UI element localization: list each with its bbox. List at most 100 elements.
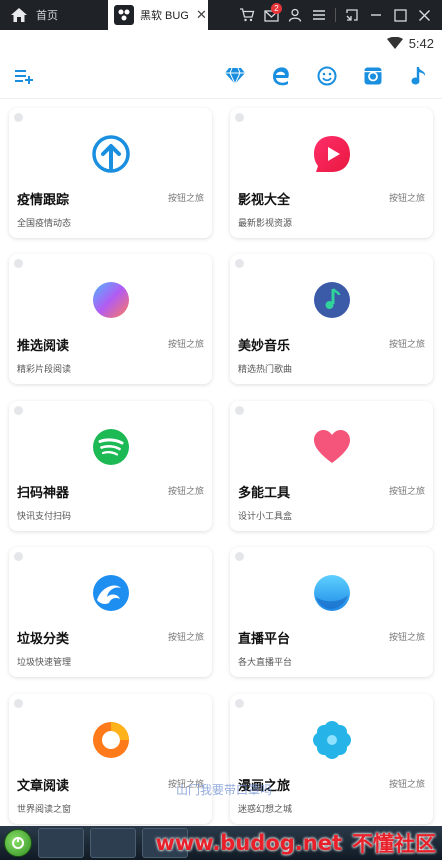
flower-icon	[312, 720, 352, 760]
start-button[interactable]	[4, 829, 32, 857]
taskbar-app-game[interactable]	[90, 828, 136, 858]
branding-url: www.budog.net	[155, 831, 342, 855]
cart-icon	[240, 8, 255, 22]
card-tag: 按钮之旅	[388, 779, 425, 789]
card-articles[interactable]: 文章阅读 按钮之旅 世界阅读之窗	[9, 694, 212, 824]
close-window-button[interactable]	[412, 0, 436, 30]
home-icon	[11, 8, 27, 22]
card-title: 垃圾分类	[17, 631, 70, 646]
title-bar-separator	[335, 8, 336, 22]
card-indicator-dot	[235, 259, 244, 268]
start-orb-icon	[12, 837, 24, 849]
notification-badge: 2	[271, 3, 282, 14]
card-indicator-dot	[14, 699, 23, 708]
card-tag: 按钮之旅	[167, 486, 204, 496]
emulator-title-bar: 首页 黑软 BUG ✕ 2	[0, 0, 442, 30]
card-subtitle: 全国疫情动态	[17, 218, 72, 228]
add-list-icon[interactable]	[12, 64, 36, 88]
smiley-icon[interactable]	[315, 64, 339, 88]
card-subtitle: 精选热门歌曲	[238, 364, 293, 374]
card-subtitle: 最新影视资源	[238, 218, 293, 228]
close-tab-icon[interactable]: ✕	[196, 7, 207, 23]
screen-rotate-icon	[346, 9, 358, 21]
app-tab[interactable]: 黑软 BUG ✕	[108, 0, 208, 30]
video-play-icon	[312, 134, 352, 174]
card-subtitle: 世界阅读之窗	[17, 804, 72, 814]
card-tag: 按钮之旅	[388, 193, 425, 203]
branding-name: 不懂社区	[352, 832, 436, 856]
account-button[interactable]	[283, 0, 307, 30]
gradient-ball-icon	[91, 280, 131, 320]
messages-button[interactable]: 2	[259, 0, 283, 30]
card-comics[interactable]: 漫画之旅 按钮之旅 迷惑幻想之城	[230, 694, 433, 824]
card-indicator-dot	[235, 113, 244, 122]
home-tab[interactable]: 首页	[0, 0, 108, 30]
maximize-icon	[393, 8, 407, 22]
maximize-button[interactable]	[388, 0, 412, 30]
card-subtitle: 垃圾快速管理	[17, 657, 72, 667]
card-epidemic[interactable]: 疫情跟踪 按钮之旅 全国疫情动态	[9, 108, 212, 238]
card-title: 多能工具	[238, 485, 291, 500]
cart-button[interactable]	[235, 0, 259, 30]
browser-e-icon[interactable]	[269, 64, 293, 88]
upload-arrow-icon	[91, 134, 131, 174]
card-title: 推选阅读	[17, 338, 70, 353]
wave-icon	[91, 573, 131, 613]
card-subtitle: 设计小工具盒	[238, 511, 293, 521]
status-bar: 5:42	[0, 30, 442, 56]
card-tag: 按钮之旅	[167, 193, 204, 203]
site-branding: www.budog.net 不懂社区	[155, 826, 436, 860]
card-title: 影视大全	[238, 192, 291, 207]
card-garbage[interactable]: 垃圾分类 按钮之旅 垃圾快速管理	[9, 547, 212, 677]
card-tag: 按钮之旅	[388, 486, 425, 496]
card-title: 文章阅读	[17, 778, 70, 793]
card-music[interactable]: 美妙音乐 按钮之旅 精选热门歌曲	[230, 254, 433, 384]
taskbar-app-window[interactable]	[38, 828, 84, 858]
instagram-icon[interactable]	[361, 64, 385, 88]
card-tag: 按钮之旅	[167, 632, 204, 642]
card-scanner[interactable]: 扫码神器 按钮之旅 快讯支付扫码	[9, 401, 212, 531]
card-subtitle: 快讯支付扫码	[17, 511, 72, 521]
card-live[interactable]: 直播平台 按钮之旅 各大直播平台	[230, 547, 433, 677]
close-icon	[418, 9, 430, 21]
card-title: 扫码神器	[17, 485, 70, 500]
user-icon	[288, 8, 302, 22]
card-tag: 按钮之旅	[167, 339, 204, 349]
card-indicator-dot	[14, 552, 23, 561]
wifi-icon	[386, 37, 403, 49]
card-indicator-dot	[14, 406, 23, 415]
diamond-icon[interactable]	[223, 64, 247, 88]
card-title: 疫情跟踪	[17, 192, 70, 207]
live-drop-icon	[312, 573, 352, 613]
app-toolbar	[0, 58, 442, 96]
card-indicator-dot	[14, 259, 23, 268]
card-tag: 按钮之旅	[388, 339, 425, 349]
menu-button[interactable]	[307, 0, 331, 30]
minimize-button[interactable]	[364, 0, 388, 30]
toolbar-divider	[0, 98, 442, 99]
card-subtitle: 各大直播平台	[238, 657, 293, 667]
card-tools[interactable]: 多能工具 按钮之旅 设计小工具盒	[230, 401, 433, 531]
card-reading[interactable]: 推选阅读 按钮之旅 精彩片段阅读	[9, 254, 212, 384]
card-subtitle: 精彩片段阅读	[17, 364, 72, 374]
home-tab-label: 首页	[36, 10, 58, 22]
card-indicator-dot	[235, 699, 244, 708]
card-subtitle: 迷惑幻想之城	[238, 804, 293, 814]
music-note-icon[interactable]	[407, 64, 431, 88]
spotify-icon	[91, 427, 131, 467]
app-tab-label: 黑软 BUG	[140, 10, 188, 22]
card-video[interactable]: 影视大全 按钮之旅 最新影视资源	[230, 108, 433, 238]
card-indicator-dot	[14, 113, 23, 122]
card-tag: 按钮之旅	[388, 632, 425, 642]
heart-icon	[312, 427, 352, 467]
menu-icon	[313, 10, 325, 20]
orange-ring-icon	[91, 720, 131, 760]
watermark-text: 山门我要带口罩吗	[176, 783, 273, 797]
card-title: 直播平台	[238, 631, 291, 646]
minimize-icon	[371, 14, 381, 16]
card-title: 美妙音乐	[238, 338, 291, 353]
app-logo-icon	[114, 5, 134, 25]
restore-screen-button[interactable]	[340, 0, 364, 30]
status-time: 5:42	[408, 35, 434, 51]
music-disc-icon	[312, 280, 352, 320]
